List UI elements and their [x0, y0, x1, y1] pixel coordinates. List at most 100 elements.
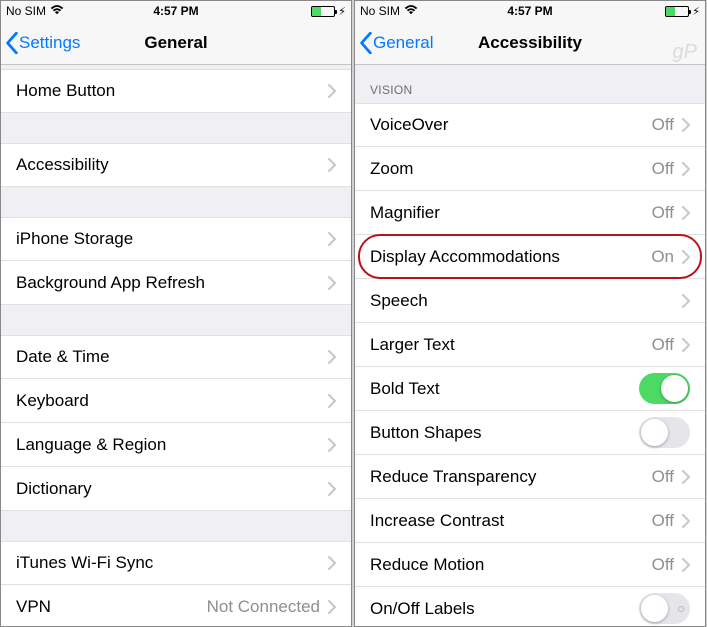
status-bar: No SIM 4:57 PM ⚡︎ — [1, 1, 351, 21]
chevron-right-icon — [328, 394, 336, 408]
chevron-right-icon — [682, 118, 690, 132]
row-value: Off — [652, 115, 674, 135]
row-label: iPhone Storage — [16, 229, 328, 249]
row-magnifier[interactable]: MagnifierOff — [355, 191, 705, 235]
row-label: Keyboard — [16, 391, 328, 411]
content-accessibility: VisionVoiceOverOffZoomOffMagnifierOffDis… — [355, 65, 705, 626]
back-button[interactable]: General — [355, 32, 433, 54]
row-itunes-wi-fi-sync[interactable]: iTunes Wi-Fi Sync — [1, 541, 351, 585]
row-dictionary[interactable]: Dictionary — [1, 467, 351, 511]
row-iphone-storage[interactable]: iPhone Storage — [1, 217, 351, 261]
row-home-button[interactable]: Home Button — [1, 69, 351, 113]
back-label: Settings — [19, 33, 80, 53]
row-label: Dictionary — [16, 479, 328, 499]
row-accessibility[interactable]: Accessibility — [1, 143, 351, 187]
chevron-right-icon — [328, 84, 336, 98]
charging-icon: ⚡︎ — [692, 5, 700, 18]
row-label: Language & Region — [16, 435, 328, 455]
row-label: Magnifier — [370, 203, 652, 223]
row-label: Speech — [370, 291, 682, 311]
row-label: Larger Text — [370, 335, 652, 355]
row-reduce-transparency[interactable]: Reduce TransparencyOff — [355, 455, 705, 499]
content-general: Home Button Accessibility iPhone Storage Ba… — [1, 65, 351, 626]
row-increase-contrast[interactable]: Increase ContrastOff — [355, 499, 705, 543]
row-label: VPN — [16, 597, 207, 617]
chevron-right-icon — [682, 294, 690, 308]
back-button[interactable]: Settings — [1, 32, 80, 54]
chevron-right-icon — [328, 482, 336, 496]
row-vpn[interactable]: VPNNot Connected — [1, 585, 351, 626]
carrier-text: No SIM — [360, 4, 400, 18]
phone-general: No SIM 4:57 PM ⚡︎ Settings General Home … — [0, 0, 352, 627]
row-zoom[interactable]: ZoomOff — [355, 147, 705, 191]
row-larger-text[interactable]: Larger TextOff — [355, 323, 705, 367]
row-bold-text[interactable]: Bold Text — [355, 367, 705, 411]
row-label: VoiceOver — [370, 115, 652, 135]
toggle-button-shapes[interactable] — [639, 417, 690, 448]
chevron-right-icon — [328, 276, 336, 290]
carrier-text: No SIM — [6, 4, 46, 18]
row-label: Zoom — [370, 159, 652, 179]
chevron-left-icon — [5, 32, 19, 54]
status-time: 4:57 PM — [507, 4, 552, 18]
row-label: iTunes Wi-Fi Sync — [16, 553, 328, 573]
row-value: Off — [652, 159, 674, 179]
nav-title: Accessibility — [478, 33, 582, 53]
row-label: Reduce Motion — [370, 555, 652, 575]
row-label: On/Off Labels — [370, 599, 639, 619]
battery-icon — [311, 6, 335, 17]
wifi-icon — [50, 4, 64, 19]
nav-title: General — [144, 33, 207, 53]
charging-icon: ⚡︎ — [338, 5, 346, 18]
chevron-right-icon — [682, 206, 690, 220]
battery-icon — [665, 6, 689, 17]
row-on-off-labels[interactable]: On/Off Labels — [355, 587, 705, 626]
row-value: Off — [652, 511, 674, 531]
nav-bar: General Accessibility — [355, 21, 705, 65]
section-header-vision: Vision — [355, 65, 705, 103]
row-value: Off — [652, 555, 674, 575]
chevron-left-icon — [359, 32, 373, 54]
row-language-region[interactable]: Language & Region — [1, 423, 351, 467]
row-label: Background App Refresh — [16, 273, 328, 293]
toggle-bold-text[interactable] — [639, 373, 690, 404]
wifi-icon — [404, 4, 418, 19]
chevron-right-icon — [682, 162, 690, 176]
row-keyboard[interactable]: Keyboard — [1, 379, 351, 423]
row-reduce-motion[interactable]: Reduce MotionOff — [355, 543, 705, 587]
row-label: Accessibility — [16, 155, 328, 175]
chevron-right-icon — [328, 350, 336, 364]
chevron-right-icon — [682, 470, 690, 484]
chevron-right-icon — [328, 556, 336, 570]
status-time: 4:57 PM — [153, 4, 198, 18]
row-value: On — [651, 247, 674, 267]
row-label: Bold Text — [370, 379, 639, 399]
row-value: Off — [652, 467, 674, 487]
row-value: Off — [652, 203, 674, 223]
row-background-app-refresh[interactable]: Background App Refresh — [1, 261, 351, 305]
row-voiceover[interactable]: VoiceOverOff — [355, 103, 705, 147]
row-date-time[interactable]: Date & Time — [1, 335, 351, 379]
row-label: Date & Time — [16, 347, 328, 367]
row-label: Increase Contrast — [370, 511, 652, 531]
row-speech[interactable]: Speech — [355, 279, 705, 323]
chevron-right-icon — [682, 558, 690, 572]
row-label: Reduce Transparency — [370, 467, 652, 487]
row-value: Not Connected — [207, 597, 320, 617]
status-bar: No SIM 4:57 PM ⚡︎ — [355, 1, 705, 21]
nav-bar: Settings General — [1, 21, 351, 65]
row-label: Home Button — [16, 81, 328, 101]
chevron-right-icon — [328, 438, 336, 452]
chevron-right-icon — [682, 338, 690, 352]
chevron-right-icon — [328, 232, 336, 246]
toggle-on-off-labels[interactable] — [639, 593, 690, 624]
chevron-right-icon — [682, 250, 690, 264]
phone-accessibility: No SIM 4:57 PM ⚡︎ General Accessibility … — [354, 0, 706, 627]
row-value: Off — [652, 335, 674, 355]
back-label: General — [373, 33, 433, 53]
chevron-right-icon — [328, 600, 336, 614]
row-display-accommodations[interactable]: Display AccommodationsOn — [355, 235, 705, 279]
row-button-shapes[interactable]: Button Shapes — [355, 411, 705, 455]
chevron-right-icon — [328, 158, 336, 172]
row-label: Button Shapes — [370, 423, 639, 443]
